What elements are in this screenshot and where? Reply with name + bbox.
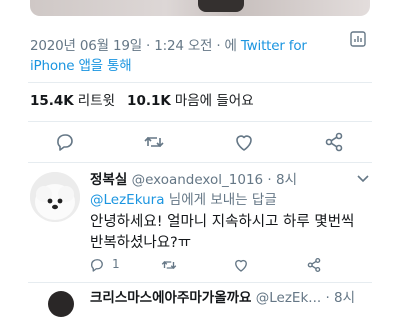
tweet-stats: 15.4K 리트윗 10.1K 마음에 들어요 (30, 91, 254, 111)
like-icon[interactable] (232, 256, 250, 274)
retweet-icon[interactable] (142, 130, 166, 154)
reply-text-line: 안녕하세요! 얼마니 지속하시고 하루 몇번씩 (90, 214, 355, 230)
tweet-meta: 2020년 06월 19일 · 1:24 오전 · 에 Twitter for … (30, 36, 350, 76)
tweet-timestamp: 2020년 06월 19일 · 1:24 오전 · 에 (30, 38, 241, 54)
reply-time: · 8시 (263, 172, 298, 188)
avatar-image (30, 172, 80, 222)
next-reply-header: 크리스마스에아주마가올까요 @LezEk... · 8시 (90, 288, 355, 308)
analytics-icon[interactable] (349, 30, 367, 48)
reply-count: 1 (112, 257, 120, 271)
retweets-label: 리트윗 (77, 93, 116, 109)
share-icon[interactable] (305, 256, 323, 274)
chevron-down-icon[interactable] (357, 175, 369, 183)
like-icon[interactable] (232, 130, 256, 154)
media-detail (198, 0, 244, 12)
divider (28, 121, 372, 122)
reply-to-handle[interactable]: @LezEkura (90, 192, 165, 208)
reply-action-bar: 1 (0, 256, 400, 276)
divider (28, 82, 372, 83)
next-reply-display-name[interactable]: 크리스마스에아주마가올까요 (90, 290, 251, 306)
tweet-action-bar (0, 130, 400, 156)
next-reply-time: · 8시 (321, 290, 356, 306)
reply-text: 안녕하세요! 얼마니 지속하시고 하루 몇번씩 반복하셨나요?ㅠ (90, 212, 370, 254)
reply-to-line: @LezEkura 님에게 보내는 답글 (90, 190, 277, 210)
likes-label: 마음에 들어요 (174, 93, 254, 109)
tweet-media[interactable] (30, 0, 370, 16)
avatar[interactable] (48, 291, 74, 317)
tweet-source-link[interactable]: Twitter for (241, 38, 307, 54)
reply-icon[interactable] (88, 256, 106, 274)
reply-text-line: 반복하셨나요?ㅠ (90, 235, 192, 251)
reply-handle[interactable]: @exoandexol_1016 (132, 172, 264, 188)
retweet-icon[interactable] (160, 256, 178, 274)
retweets-count: 15.4K (30, 93, 74, 109)
reply-to-suffix: 님에게 보내는 답글 (164, 192, 277, 208)
divider (28, 162, 372, 163)
divider (28, 282, 372, 283)
share-icon[interactable] (322, 130, 346, 154)
reply-display-name[interactable]: 정복실 (90, 172, 127, 188)
likes-stat[interactable]: 10.1K 마음에 들어요 (127, 93, 254, 109)
avatar[interactable] (30, 172, 80, 222)
next-reply-handle[interactable]: @LezEk... (251, 290, 321, 306)
reply-header: 정복실 @exoandexol_1016 · 8시 (90, 170, 370, 190)
likes-count: 10.1K (127, 93, 171, 109)
reply-icon[interactable] (53, 130, 77, 154)
tweet-source-link-cont[interactable]: iPhone 앱을 통해 (30, 58, 132, 74)
retweets-stat[interactable]: 15.4K 리트윗 (30, 93, 115, 109)
